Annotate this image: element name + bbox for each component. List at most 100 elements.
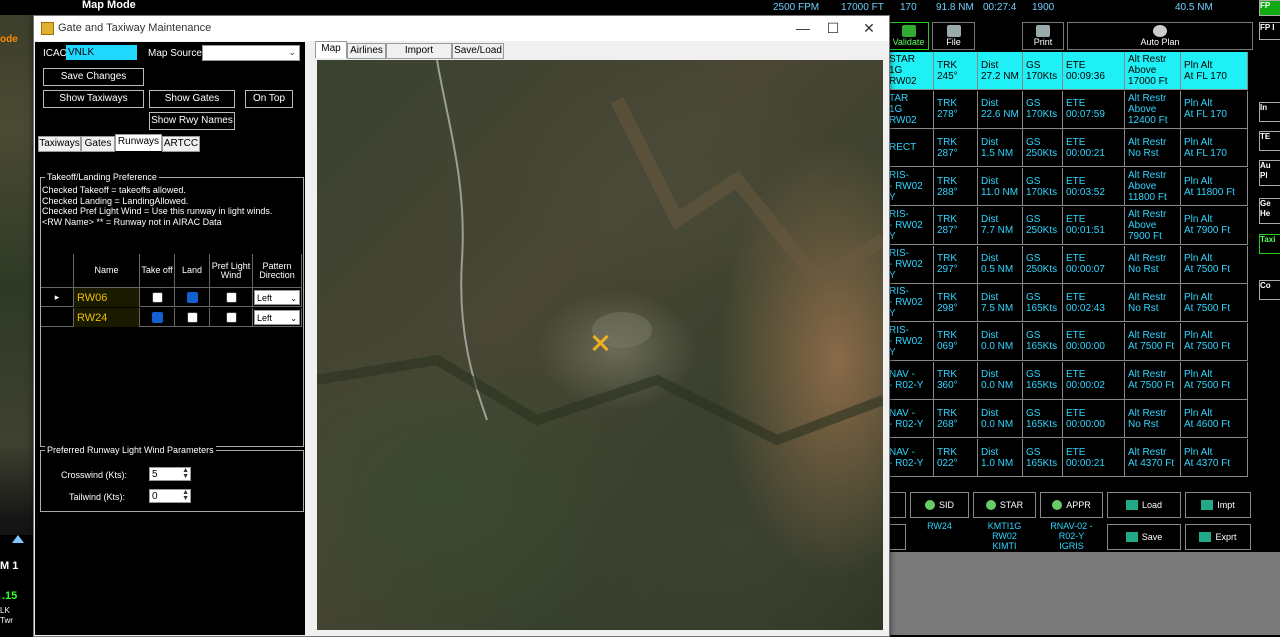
strip-button-te[interactable]: TE [1259,131,1280,151]
sid-button[interactable]: SID [910,492,969,518]
tab-taxiways[interactable]: Taxiways [38,136,81,152]
takeoff-checkbox[interactable] [151,292,163,303]
cell-ete-line: ETE [1066,407,1086,419]
icao-input[interactable]: VNLK [66,45,137,60]
up-arrow-icon[interactable] [12,535,24,543]
cell-ete: ETE 00:01:51 [1063,206,1125,244]
impt-label: Impt [1217,500,1235,510]
strip-button-in[interactable]: In [1259,102,1280,122]
pref-checkbox[interactable] [225,312,237,323]
save-changes-button[interactable]: Save Changes [43,68,144,86]
flight-plan-row[interactable]: RIS- - RW02 Y TRK 287° Dist 7.7 NM GS 250Kts ETE 0… [886,206,1248,245]
spinner-arrows-icon[interactable]: ▲ ▼ [182,489,189,502]
cell-pln: Pln Alt At FL 170 [1181,90,1248,128]
flight-plan-row[interactable]: RIS- - RW02 Y TRK 288° Dist 11.0 NM GS 170Kts ETE… [886,168,1248,207]
cell-gs: GS 170Kts [1023,90,1063,128]
land-checkbox[interactable] [186,292,198,303]
cell-alt-line: 11800 Ft [1128,192,1167,204]
save-button[interactable]: Save [1107,524,1181,550]
crosswind-input[interactable]: 5 ▲ ▼ [149,467,191,481]
pref-checkbox[interactable] [225,292,237,303]
cell-pln: Pln Alt At FL 170 [1181,52,1248,89]
left-fragment-4: Twr [0,616,13,625]
satellite-map[interactable] [317,60,883,630]
pattern-direction-select[interactable]: Left ⌄ [254,290,300,305]
cell-dist-line: 0.0 NM [981,380,1014,392]
cell-gs-line: 165Kts [1026,457,1058,469]
grid-corner [41,254,74,288]
validate-button[interactable]: Validate [888,22,929,50]
exprt-button[interactable]: Exprt [1185,524,1251,550]
strip-button-co[interactable]: Co [1259,280,1280,300]
cell-proc: NAV -- R02-Y [886,400,934,438]
grid-header-pref: Pref Light Wind [210,254,253,288]
tailwind-input[interactable]: 0 ▲ ▼ [149,489,191,503]
row-selector [41,308,74,327]
cell-pref [210,308,253,327]
cell-pln-line: Pln Alt [1184,446,1213,458]
cell-proc-line: - RW02 [889,219,923,231]
appr-button[interactable]: APPR [1040,492,1103,518]
cell-pln-line: At 7500 Ft [1184,302,1231,314]
window-titlebar[interactable]: Gate and Taxiway Maintenance — ☐ ✕ [34,16,889,41]
tab-airlines[interactable]: Airlines [347,43,386,59]
land-checkbox[interactable] [186,312,198,323]
flight-plan-row[interactable]: RIS- - RW02 Y TRK 298° Dist 7.5 NM GS 165Kts ETE 0… [886,284,1248,323]
minimize-icon[interactable]: — [788,18,818,38]
star-button[interactable]: STAR [973,492,1036,518]
strip-button-au[interactable]: Au Pl [1259,160,1280,186]
status-altitude: 17000 FT [841,2,884,13]
runway-row[interactable]: ▸ RW06 Left ⌄ [41,288,302,307]
show-gates-button[interactable]: Show Gates [149,90,235,108]
strip-button-ge[interactable]: Ge He [1259,198,1280,224]
cell-trk-line: TRK [937,98,957,110]
spinner-arrows-icon[interactable]: ▲ ▼ [182,467,189,480]
impt-button[interactable]: Impt [1185,492,1251,518]
pattern-direction-select[interactable]: Left ⌄ [254,310,300,325]
flight-plan-row[interactable]: RECT TRK 287° Dist 1.5 NM GS 250Kts ETE 00:00:21… [886,129,1248,168]
strip-button-fp[interactable]: FP [1259,0,1280,16]
cell-pln-line: Pln Alt [1184,59,1213,71]
auto-plan-button[interactable]: Auto Plan [1067,22,1253,50]
on-top-button[interactable]: On Top [245,90,293,108]
tab-gates[interactable]: Gates [81,136,115,152]
airport-marker-icon[interactable] [590,333,610,353]
load-button[interactable]: Load [1107,492,1181,518]
cell-alt: Alt Restr At 7500 Ft [1125,361,1181,399]
cell-pln-line: At FL 170 [1184,147,1227,159]
close-icon[interactable]: ✕ [854,18,884,38]
strip-button-taxi[interactable]: Taxi [1259,234,1280,254]
appr-value-line: IGRIS [1059,541,1084,551]
runway-row[interactable]: RW24 Left ⌄ [41,308,302,327]
map-source-select[interactable]: ⌄ [202,45,300,61]
show-taxiways-button[interactable]: Show Taxiways [43,90,144,108]
flight-plan-row[interactable]: TAR 1G RW02 TRK 278° Dist 22.6 NM GS 170Kts ETE 0… [886,90,1248,129]
print-button[interactable]: Print [1022,22,1064,50]
icao-label: ICAO [43,48,68,59]
save-icon [1125,532,1138,542]
flight-plan-row[interactable]: NAV -- R02-Y TRK 268° Dist 0.0 NM GS 165Kts ETE… [886,400,1248,439]
cell-alt-line: Alt Restr [1128,136,1167,148]
cell-ete-line: 00:07:59 [1066,109,1105,121]
tab-import-scenery[interactable]: Import Scenery [386,43,452,70]
tab-artcc[interactable]: ARTCC [162,136,200,152]
cell-pln: Pln Alt At 7500 Ft [1181,322,1248,360]
cell-ete-line: ETE [1066,175,1086,187]
maximize-icon[interactable]: ☐ [818,18,848,38]
cell-alt-line: No Rst [1128,147,1159,159]
flight-plan-row[interactable]: NAV -- R02-Y TRK 022° Dist 1.0 NM GS 165Kts ETE… [886,439,1248,477]
tab-map[interactable]: Map [315,41,347,58]
help-line: Checked Landing = LandingAllowed. [42,195,189,206]
tab-save-load[interactable]: Save/Load [452,43,504,59]
tab-runways[interactable]: Runways [115,134,162,151]
show-rwy-names-button[interactable]: Show Rwy Names [149,112,235,130]
takeoff-checkbox[interactable] [151,312,163,323]
flight-plan-row[interactable]: NAV -- R02-Y TRK 360° Dist 0.0 NM GS 165Kts ETE… [886,361,1248,400]
cell-gs: GS 170Kts [1023,52,1063,89]
flight-plan-row[interactable]: STAR 1G RW02 TRK 245° Dist 27.2 NM GS 170Kts ETE… [886,52,1248,90]
flight-plan-row[interactable]: RIS- - RW02 Y TRK 069° Dist 0.0 NM GS 165Kts ETE 0… [886,322,1248,361]
status-dist-remaining: 40.5 NM [1175,2,1213,13]
strip-button-fp-i[interactable]: FP I [1259,22,1280,40]
file-button[interactable]: File [932,22,975,50]
flight-plan-row[interactable]: RIS- - RW02 Y TRK 297° Dist 0.5 NM GS 250Kts ETE 0… [886,245,1248,284]
